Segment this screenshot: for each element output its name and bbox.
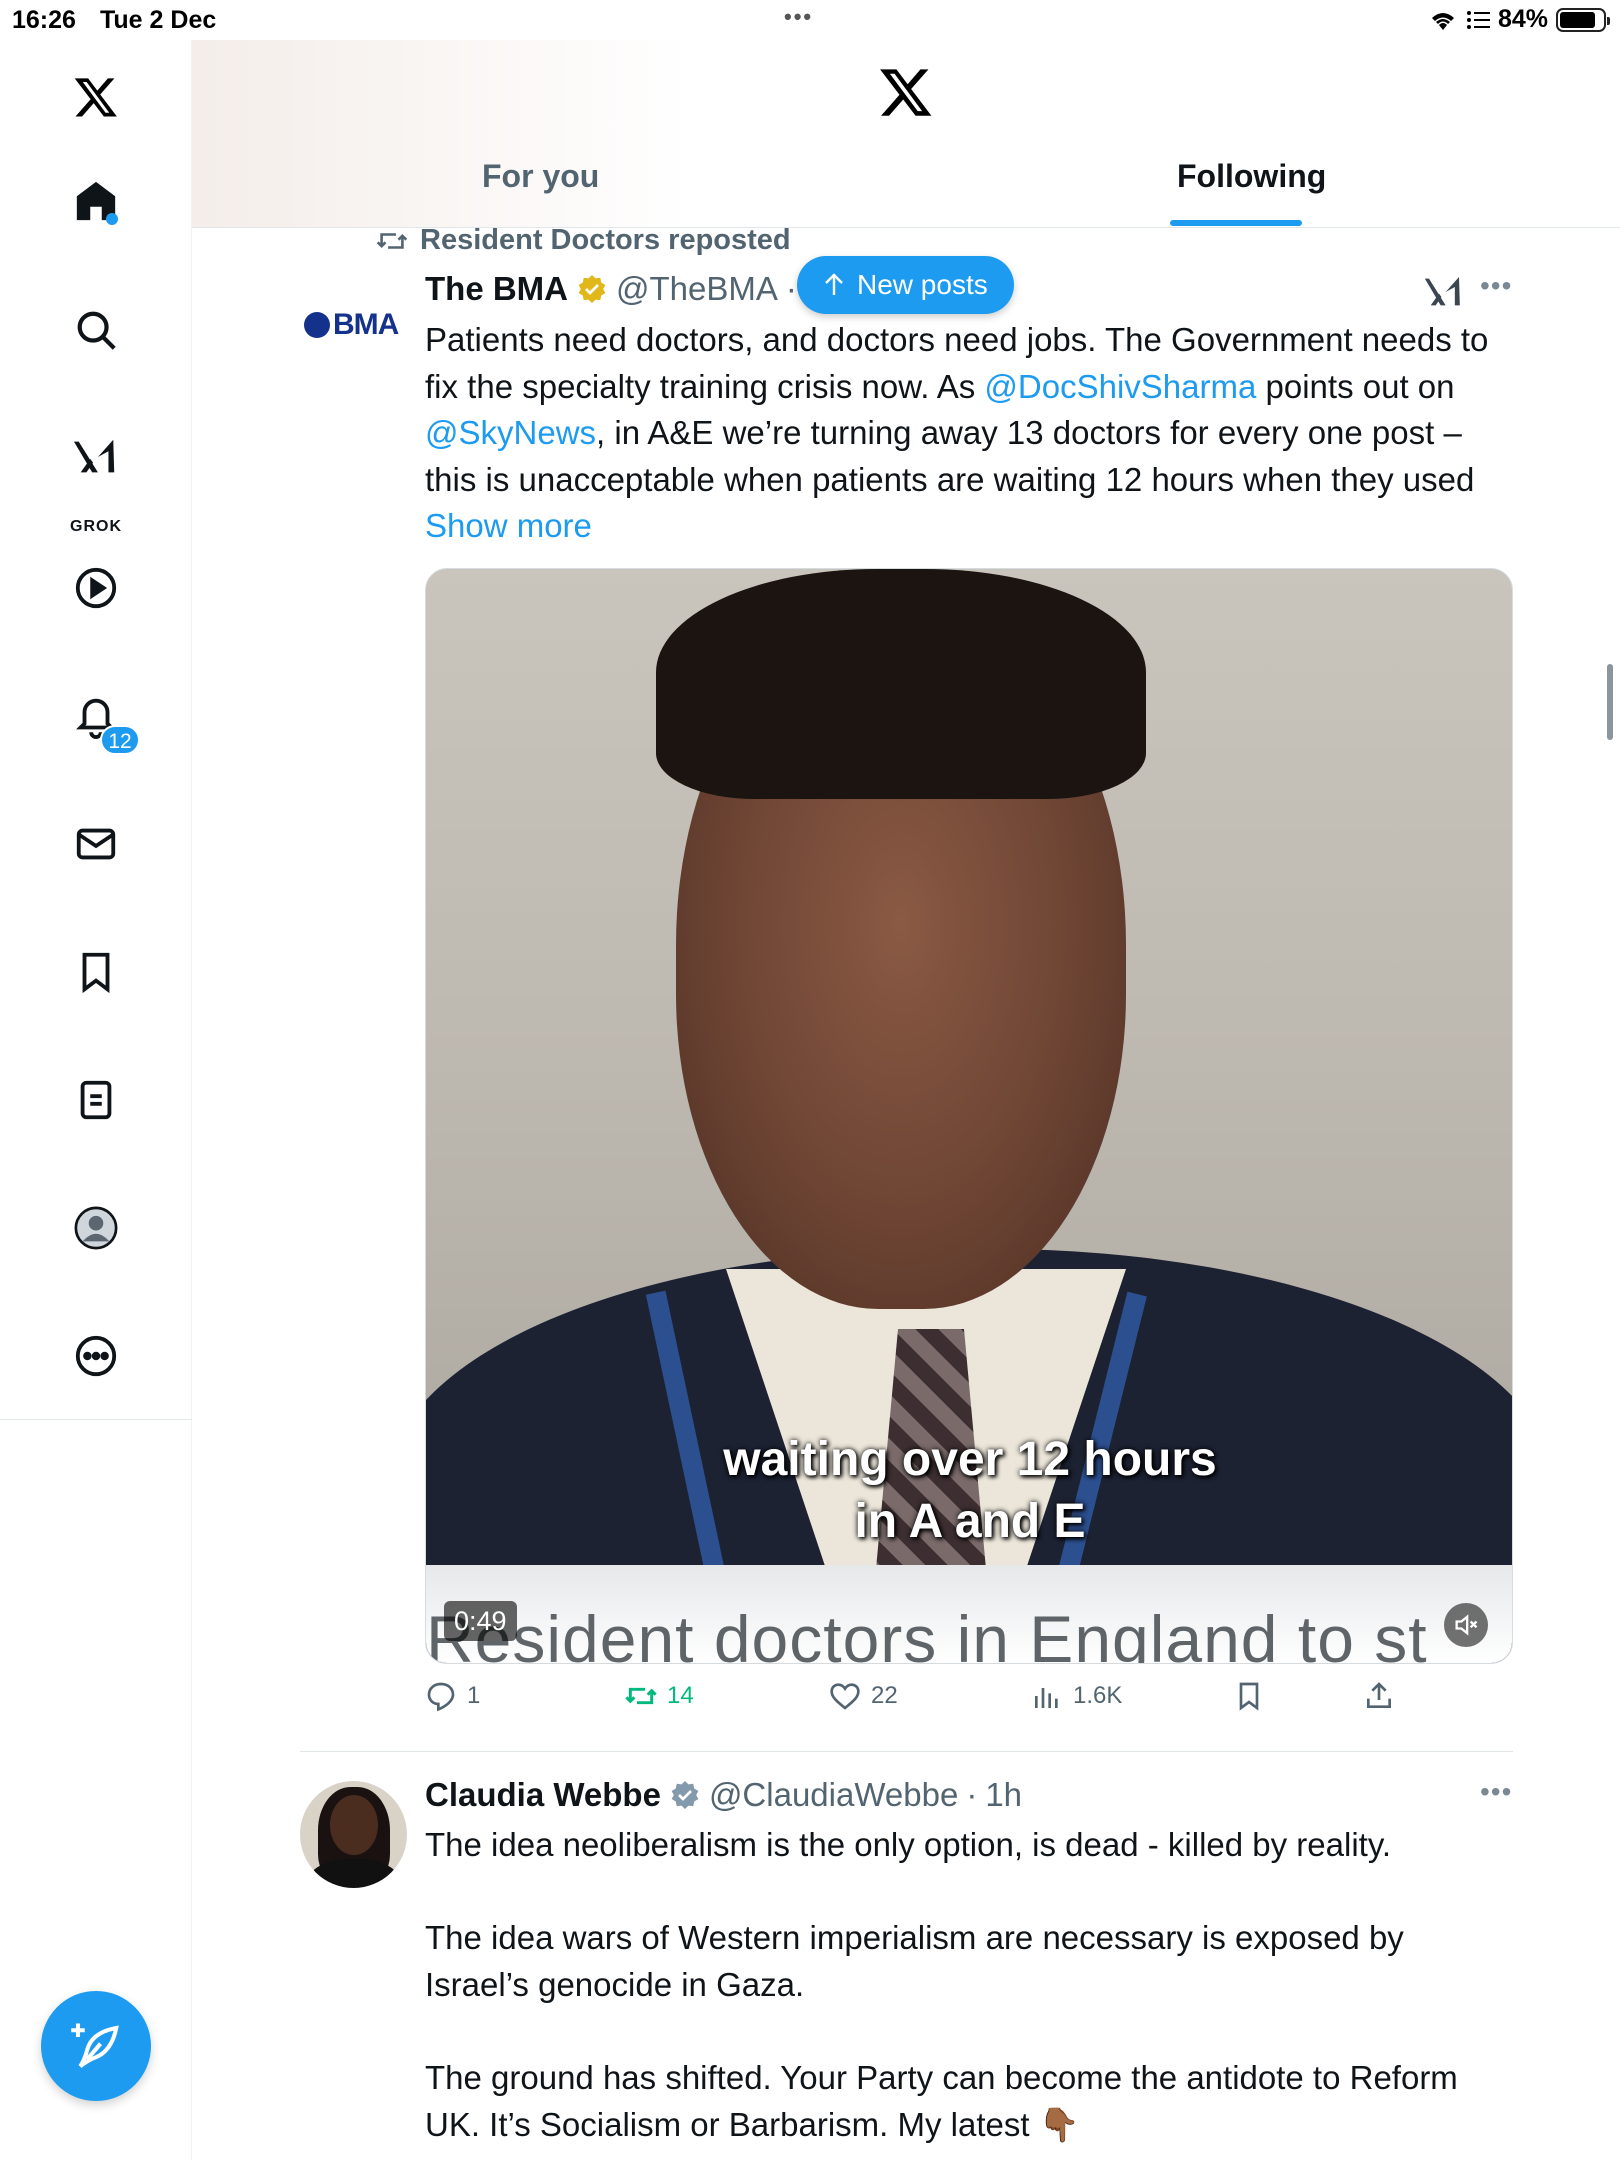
repost-count: 14 [667, 1682, 694, 1709]
news-ticker-bar: Resident doctors in England to st [426, 1565, 1512, 1664]
bookmark-post-button[interactable] [1233, 1680, 1265, 1712]
scrollbar[interactable] [1607, 664, 1613, 740]
x-header-logo-icon [880, 69, 932, 116]
author-handle[interactable]: @TheBMA [616, 270, 778, 308]
tab-following[interactable]: Following [1177, 158, 1326, 195]
home-unread-dot [106, 213, 118, 225]
repost-label: Resident Doctors reposted [420, 224, 791, 256]
focus-list-icon [1466, 10, 1490, 29]
bookmark-post-icon [1239, 1682, 1259, 1711]
post-paragraph: The ground has shifted. Your Party can b… [425, 2059, 1458, 2143]
wifi-icon [1431, 12, 1454, 30]
repost-indicator[interactable]: Resident Doctors reposted [376, 224, 791, 257]
reply-button[interactable]: 1 [425, 1680, 480, 1712]
mail-icon[interactable] [66, 814, 126, 874]
compose-button[interactable] [41, 1991, 151, 2101]
grok-label: GROK [70, 518, 122, 535]
list-icon[interactable] [66, 1070, 126, 1130]
post-paragraph: The idea wars of Western imperialism are… [425, 1919, 1404, 2003]
tab-for-you[interactable]: For you [482, 158, 599, 195]
post-text-segment: points out on [1256, 367, 1455, 405]
video-duration: 0:49 [444, 1601, 517, 1641]
volume-muted-icon [1455, 1614, 1478, 1636]
post-link[interactable]: @SkyNews [425, 414, 596, 451]
like-count: 22 [871, 1682, 898, 1709]
avatar[interactable] [300, 1781, 407, 1888]
repost-small-icon [376, 232, 408, 249]
active-tab-indicator [1170, 220, 1302, 226]
grey-verified-icon[interactable] [669, 1779, 701, 1811]
video-player[interactable]: waiting over 12 hours in A and E Residen… [425, 568, 1513, 1664]
view-count: 1.6K [1073, 1682, 1123, 1709]
more-circle-icon[interactable] [66, 1326, 126, 1386]
multitasking-dots-icon[interactable]: ••• [784, 4, 813, 30]
video-caption-line2: in A and E [854, 1495, 1086, 1548]
grok-icon[interactable] [66, 427, 126, 487]
x-logo-icon[interactable] [66, 67, 126, 127]
post-link[interactable]: @DocShivSharma [984, 368, 1256, 405]
status-right: 84% [1428, 5, 1610, 34]
avatar-face [330, 1795, 378, 1855]
compose-icon [71, 2023, 119, 2068]
grok-explain-icon[interactable] [1424, 272, 1464, 312]
profile-icon[interactable] [66, 1198, 126, 1258]
post-time[interactable]: 1h [985, 1776, 1022, 1814]
heart-icon [830, 1683, 860, 1710]
battery-icon [1556, 7, 1610, 32]
search-icon[interactable] [66, 300, 126, 360]
post-header: Claudia Webbe @ClaudiaWebbe · 1h [425, 1776, 1022, 1814]
bma-avatar-text: BMA [333, 308, 399, 341]
status-bar: 16:26 Tue 2 Dec ••• 84% [0, 0, 1620, 40]
views-button[interactable]: 1.6K [1031, 1680, 1122, 1712]
arrow-up-icon [825, 273, 843, 295]
meta-separator: · [966, 1776, 978, 1813]
like-button[interactable]: 22 [829, 1680, 898, 1712]
views-chart-icon [1035, 1688, 1058, 1708]
post-actions: 1 14 22 1.6K [425, 1680, 1515, 1724]
author-handle[interactable]: @ClaudiaWebbe [709, 1776, 958, 1814]
author-name[interactable]: Claudia Webbe [425, 1776, 661, 1814]
share-button[interactable] [1363, 1680, 1395, 1712]
reply-count: 1 [467, 1682, 481, 1709]
post-paragraph: The idea neoliberalism is the only optio… [425, 1826, 1392, 1863]
gold-verified-icon[interactable] [576, 273, 608, 305]
video-frame-hair [656, 569, 1146, 799]
mute-button[interactable] [1444, 1603, 1488, 1647]
sidebar-divider [0, 1419, 192, 1420]
post-header: The BMA @TheBMA · [425, 270, 797, 308]
status-date: Tue 2 Dec [100, 6, 217, 34]
repost-icon [625, 1687, 657, 1705]
battery-fill [1560, 11, 1596, 28]
new-posts-button[interactable]: New posts [797, 256, 1014, 314]
meta-separator: · [785, 270, 797, 307]
post-divider [300, 1751, 1513, 1752]
news-ticker-text: Resident doctors in England to st [426, 1602, 1428, 1664]
battery-percent: 84% [1497, 5, 1548, 33]
status-time: 16:26 [12, 6, 76, 34]
share-icon [1367, 1682, 1391, 1708]
author-name[interactable]: The BMA [425, 270, 568, 308]
reply-icon [427, 1682, 455, 1712]
video-caption-line1: waiting over 12 hours [723, 1433, 1217, 1486]
bma-avatar[interactable]: BMA [304, 308, 399, 342]
play-icon[interactable] [66, 558, 126, 618]
notification-count-badge: 12 [100, 725, 140, 755]
post-text: Patients need doctors, and doctors need … [425, 317, 1515, 550]
sidebar: GROK 12 [0, 40, 192, 2160]
bma-globe-icon [304, 312, 330, 338]
bookmark-icon[interactable] [66, 942, 126, 1002]
post-more-icon[interactable]: ••• [1480, 1776, 1512, 1808]
new-posts-label: New posts [857, 269, 988, 300]
post-more-icon[interactable]: ••• [1480, 270, 1512, 302]
post-link[interactable]: Show more [425, 507, 592, 544]
repost-button[interactable]: 14 [625, 1680, 694, 1712]
timeline-header: For you Following [192, 40, 1620, 228]
